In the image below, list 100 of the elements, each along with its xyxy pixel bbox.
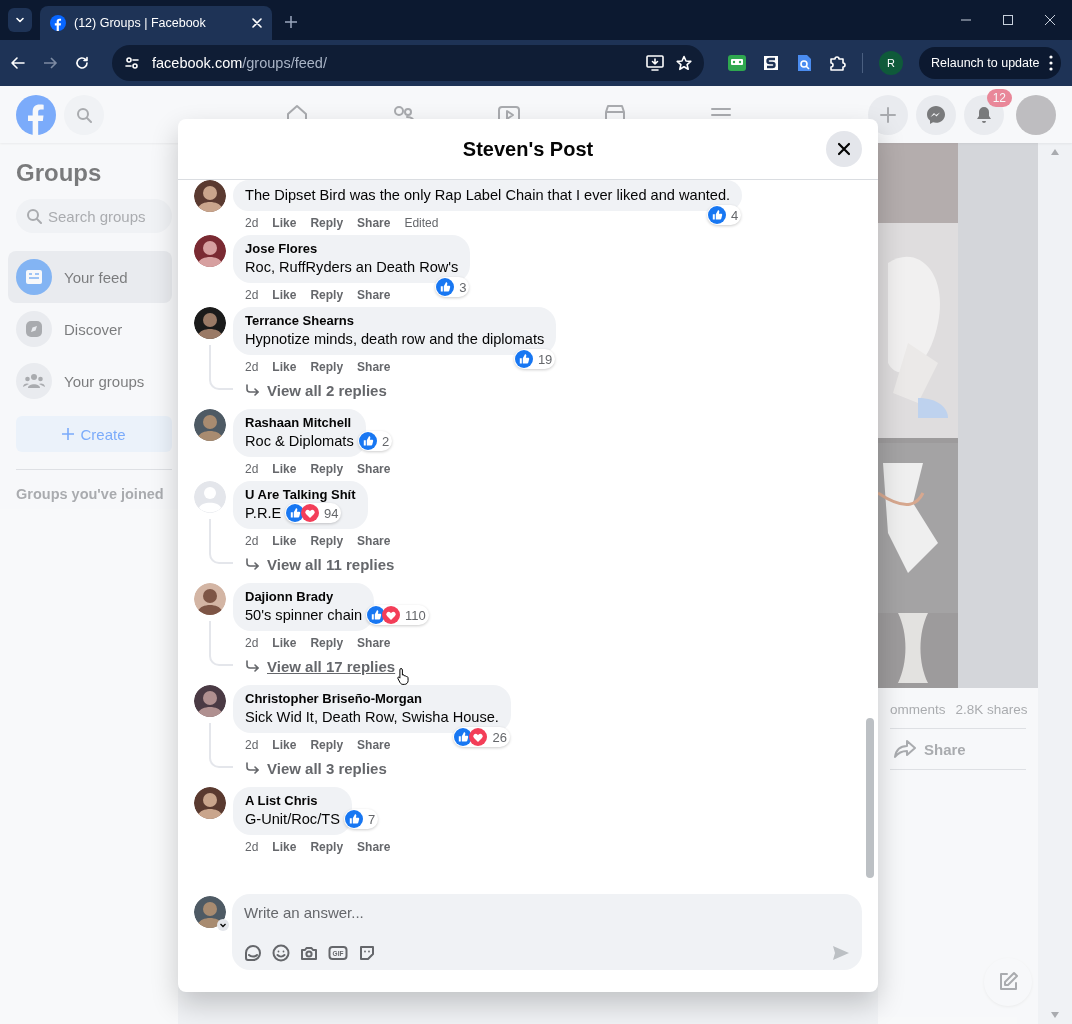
comment-action[interactable]: Share	[357, 462, 391, 476]
comment-author[interactable]: Rashaan Mitchell	[245, 414, 352, 431]
new-tab-icon[interactable]	[284, 15, 298, 29]
comment-time: 2d	[245, 636, 259, 650]
reaction-summary[interactable]: 2	[358, 431, 393, 451]
comment-time: 2d	[245, 840, 259, 854]
address-bar[interactable]: facebook.com/groups/feed/	[112, 45, 704, 81]
comment-author[interactable]: Terrance Shearns	[245, 312, 354, 329]
reaction-summary[interactable]: 26	[453, 727, 510, 747]
comment-action[interactable]: Like	[272, 288, 297, 302]
forward-icon[interactable]	[42, 55, 58, 71]
view-replies-link[interactable]: View all 11 replies	[267, 555, 395, 573]
dialog-title: Steven's Post	[462, 137, 594, 161]
reaction-summary[interactable]: 110	[366, 605, 429, 625]
comment-action[interactable]: Share	[357, 288, 391, 302]
reaction-summary[interactable]: 4	[706, 205, 742, 225]
scrollbar-thumb[interactable]	[866, 718, 874, 878]
comment-action[interactable]: Like	[272, 216, 297, 230]
comment-action[interactable]: Reply	[310, 636, 344, 650]
comment-text: G-Unit/Roc/TS	[245, 810, 340, 829]
star-icon[interactable]	[676, 55, 692, 71]
relaunch-button[interactable]: Relaunch to update	[919, 47, 1062, 79]
comment-text: Roc, RuffRyders an Death Row's	[245, 258, 459, 277]
comment-action[interactable]: Reply	[310, 360, 344, 374]
comment-action[interactable]: Share	[357, 840, 391, 854]
avatar	[194, 409, 226, 441]
reaction-summary[interactable]: 7	[344, 809, 379, 829]
chevron-down-icon[interactable]	[217, 919, 229, 931]
camera-icon[interactable]	[300, 944, 318, 962]
avatar	[194, 180, 226, 212]
reaction-summary[interactable]: 3	[435, 277, 470, 297]
extension-icon[interactable]	[796, 54, 812, 72]
comment-text: P.R.E	[245, 504, 282, 523]
comment-action[interactable]: Reply	[310, 288, 344, 302]
avatar-sticker-icon[interactable]	[244, 944, 262, 962]
people-icon	[23, 371, 45, 391]
view-replies-link[interactable]: View all 17 replies	[267, 657, 396, 675]
avatar	[194, 685, 226, 717]
post-stat: 2.8K shares	[955, 702, 1028, 719]
close-icon[interactable]	[1044, 14, 1056, 26]
comment-action[interactable]: Like	[272, 360, 297, 374]
search-icon	[26, 208, 42, 224]
messenger-button[interactable]	[916, 94, 956, 135]
reaction-count: 3	[459, 279, 467, 295]
bell-icon	[974, 104, 994, 125]
reaction-summary[interactable]: 19	[513, 349, 556, 369]
comment-action[interactable]: Share	[357, 738, 391, 752]
reload-icon[interactable]	[74, 55, 90, 71]
notifications-button[interactable]	[964, 94, 1004, 135]
like-reaction-icon	[359, 432, 377, 450]
view-replies-link[interactable]: View all 2 replies	[267, 381, 387, 399]
comment-action[interactable]: Like	[272, 462, 297, 476]
sidebar-title: Groups	[16, 159, 103, 187]
comment-author[interactable]: Dajionn Brady	[245, 588, 334, 605]
feed-icon	[24, 267, 44, 287]
comment-action[interactable]: Reply	[310, 738, 344, 752]
comment-author[interactable]: A List Chris	[245, 792, 318, 809]
comment-author[interactable]: Christopher Briseño-Morgan	[245, 690, 422, 707]
comment-action[interactable]: Reply	[310, 462, 344, 476]
sticker-icon[interactable]	[358, 944, 376, 962]
thread-line	[209, 345, 233, 390]
site-settings-icon[interactable]	[124, 55, 140, 71]
reply-arrow-icon	[245, 384, 259, 396]
sidebar-item[interactable]: Your feed	[8, 251, 172, 303]
back-icon[interactable]	[10, 55, 26, 71]
sidebar-item[interactable]: Your groups	[8, 355, 172, 407]
reaction-count: 19	[537, 351, 553, 367]
comment-action[interactable]: Reply	[310, 216, 344, 230]
view-replies-link[interactable]: View all 3 replies	[267, 759, 387, 777]
comment-action[interactable]: Like	[272, 534, 297, 548]
edited-label: Edited	[404, 216, 439, 230]
section-title: Groups you've joined	[16, 485, 165, 504]
reply-arrow-icon	[245, 660, 259, 672]
browser-tab[interactable]: (12) Groups | Facebook	[40, 6, 272, 40]
comment-action[interactable]: Reply	[310, 840, 344, 854]
comment-action[interactable]: Like	[272, 636, 297, 650]
emoji-icon[interactable]	[272, 944, 290, 962]
maximize-icon[interactable]	[1002, 14, 1014, 26]
comment-author[interactable]: U Are Talking Shít	[245, 486, 356, 503]
comment-action[interactable]: Reply	[310, 534, 344, 548]
comment-action[interactable]: Share	[357, 636, 391, 650]
comment-author[interactable]: Jose Flores	[245, 240, 318, 257]
comment-action[interactable]: Share	[357, 534, 391, 548]
post-stat: omments	[890, 702, 946, 719]
reaction-summary[interactable]: 94	[285, 503, 342, 523]
avatar	[194, 787, 226, 819]
comment-action[interactable]: Like	[272, 738, 297, 752]
tab-list-button[interactable]	[8, 8, 32, 32]
comment-action[interactable]: Share	[357, 360, 391, 374]
comment-action[interactable]: Share	[357, 216, 391, 230]
comment-action[interactable]: Like	[272, 840, 297, 854]
avatar	[194, 896, 226, 928]
install-icon[interactable]	[646, 55, 664, 71]
messenger-icon	[926, 104, 946, 125]
profile-avatar[interactable]: R	[879, 51, 903, 75]
compose-icon	[997, 971, 1019, 993]
sidebar-item[interactable]: Discover	[8, 303, 172, 355]
extension-icon[interactable]	[762, 54, 780, 72]
close-button[interactable]	[826, 131, 862, 167]
puzzle-icon[interactable]	[828, 54, 846, 72]
